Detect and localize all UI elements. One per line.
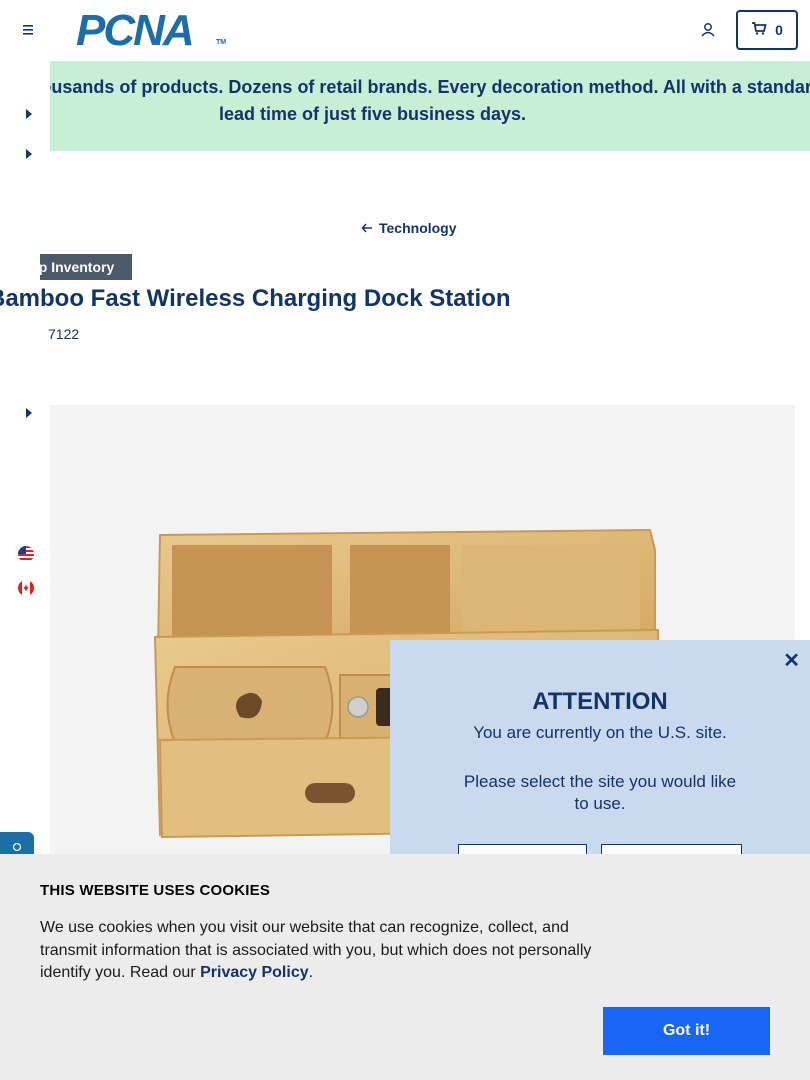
cookie-banner: THIS WEBSITE USES COOKIES We use cookies… xyxy=(0,854,810,1080)
cookie-text: We use cookies when you visit our websit… xyxy=(40,917,610,985)
cart-button[interactable]: 0 xyxy=(736,10,798,50)
cookie-title: THIS WEBSITE USES COOKIES xyxy=(40,882,271,899)
arrow-left-icon xyxy=(361,220,373,236)
logo-trademark: TM xyxy=(216,39,227,46)
caret-right-icon[interactable] xyxy=(24,107,34,119)
product-sku: 7122 xyxy=(48,326,80,342)
hamburger-menu-icon[interactable] xyxy=(18,20,38,40)
cart-icon xyxy=(751,21,767,40)
got-it-button[interactable]: Got it! xyxy=(603,1007,770,1055)
badge-label: Ship Inventory xyxy=(40,259,115,275)
pcna-logo[interactable]: PCNA TM xyxy=(76,9,227,53)
cookie-body: We use cookies when you visit our websit… xyxy=(40,919,592,981)
back-link-label: Technology xyxy=(379,220,457,236)
cookie-period: . xyxy=(308,964,314,981)
cart-count: 0 xyxy=(775,22,783,38)
caret-right-icon[interactable] xyxy=(24,406,34,418)
back-to-category-link[interactable]: Technology xyxy=(361,220,457,236)
feedback-icon xyxy=(12,842,22,854)
us-flag-icon[interactable] xyxy=(18,546,34,562)
modal-current-site-text: You are currently on the U.S. site. xyxy=(473,723,727,742)
canada-flag-icon[interactable] xyxy=(18,580,34,596)
product-title: Bamboo Fast Wireless Charging Dock Stati… xyxy=(0,285,511,312)
close-icon[interactable]: ✕ xyxy=(783,648,800,673)
caret-right-icon[interactable] xyxy=(24,147,34,159)
modal-select-text: Please select the site you would like to… xyxy=(463,772,737,813)
logo-text: PCNA xyxy=(76,6,195,55)
promo-text: Why Wait? Thousands of products. Dozens … xyxy=(0,77,810,124)
site-header: PCNA TM 0 xyxy=(0,0,810,60)
privacy-policy-link[interactable]: Privacy Policy xyxy=(200,964,309,981)
side-nav xyxy=(0,61,50,891)
modal-title: ATTENTION xyxy=(532,688,668,715)
promo-banner: Why Wait? Thousands of products. Dozens … xyxy=(0,61,810,151)
account-icon[interactable] xyxy=(698,20,718,40)
inventory-badge: Ship Inventory xyxy=(40,254,132,280)
